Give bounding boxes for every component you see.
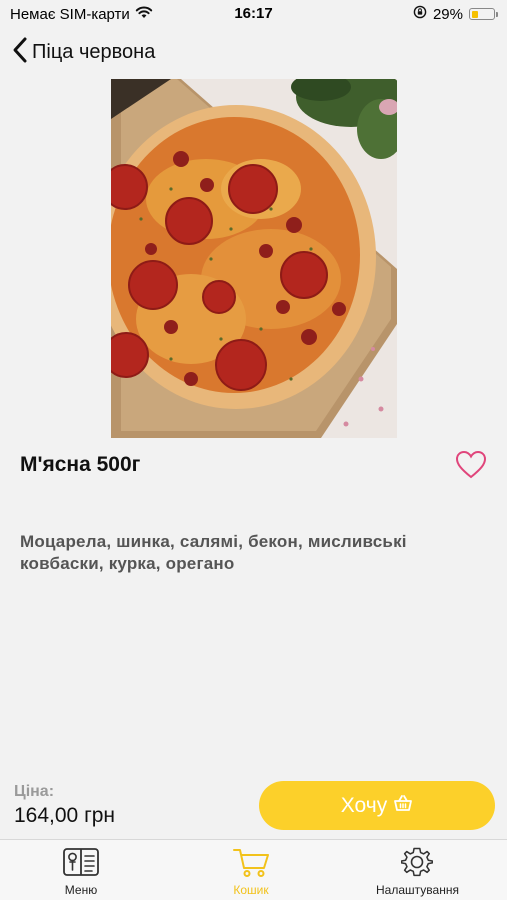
product-image: [111, 79, 397, 438]
back-button[interactable]: Піца червона: [12, 36, 155, 69]
orientation-lock-icon: [413, 5, 427, 23]
navigation-bar: Піца червона: [0, 30, 507, 76]
tab-settings-label: Налаштування: [376, 883, 459, 897]
tab-menu[interactable]: Меню: [62, 846, 100, 897]
battery-icon: [469, 8, 498, 20]
chevron-left-icon: [12, 36, 28, 69]
battery-percent: 29%: [432, 5, 463, 23]
product-description: Моцарела, шинка, салямі, бекон, мисливсь…: [20, 532, 407, 573]
tab-bar: Меню Кошик Налаштування: [0, 839, 507, 900]
tab-cart[interactable]: Кошик: [231, 846, 271, 897]
basket-icon: [393, 794, 413, 818]
gear-icon: [401, 846, 434, 881]
battery-fill: [471, 10, 478, 18]
price-label: Ціна:: [14, 783, 55, 800]
menu-book-icon: [62, 846, 100, 881]
status-bar: Немає SIM-карти 16:17 29%: [0, 0, 507, 28]
product-title: М'ясна 500г: [20, 453, 141, 476]
want-button[interactable]: Хочу: [259, 781, 495, 830]
want-button-label: Хочу: [340, 793, 388, 817]
cart-icon: [231, 846, 271, 881]
price-value: 164,00 грн: [14, 804, 116, 827]
heart-icon: [455, 450, 487, 484]
tab-settings[interactable]: Налаштування: [376, 846, 459, 897]
tab-menu-label: Меню: [64, 883, 98, 897]
product-detail-screen: Немає SIM-карти 16:17 29% Піца червона М…: [0, 0, 507, 900]
status-right: 29%: [413, 5, 498, 23]
tab-cart-label: Кошик: [233, 883, 269, 897]
nav-title: Піца червона: [32, 41, 156, 63]
favorite-button[interactable]: [455, 450, 487, 480]
